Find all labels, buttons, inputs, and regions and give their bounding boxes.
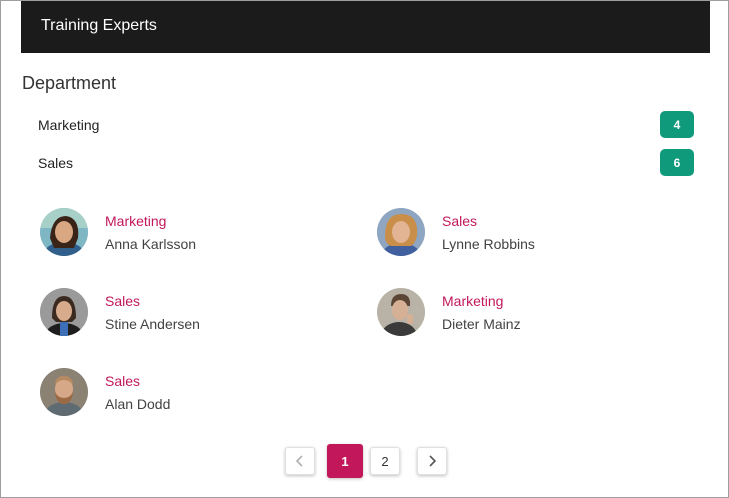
app-title: Training Experts — [41, 17, 157, 34]
expert-department: Sales — [442, 213, 478, 229]
expert-department: Sales — [105, 293, 141, 309]
expert-card[interactable]: Sales Stine Andersen — [40, 288, 340, 338]
avatar — [40, 288, 88, 336]
pager-next-button[interactable] — [417, 447, 447, 475]
expert-name: Stine Andersen — [105, 316, 200, 332]
department-item-sales[interactable]: Sales 6 — [21, 149, 694, 177]
avatar — [377, 208, 425, 256]
expert-card[interactable]: Marketing Anna Karlsson — [40, 208, 340, 258]
expert-name: Alan Dodd — [105, 396, 171, 412]
department-count-badge: 4 — [660, 111, 694, 138]
pager-page-2[interactable]: 2 — [370, 447, 400, 475]
expert-name: Anna Karlsson — [105, 236, 197, 252]
avatar — [377, 288, 425, 336]
expert-card[interactable]: Sales Alan Dodd — [40, 368, 340, 418]
app-frame: Training Experts Department Marketing 4 … — [0, 0, 729, 498]
expert-card[interactable]: Marketing Dieter Mainz — [377, 288, 677, 338]
avatar — [40, 368, 88, 416]
department-heading: Department — [22, 73, 117, 93]
expert-name: Lynne Robbins — [442, 236, 535, 252]
expert-department: Marketing — [442, 293, 504, 309]
department-count-badge: 6 — [660, 149, 694, 176]
expert-department: Sales — [105, 373, 141, 389]
department-item-marketing[interactable]: Marketing 4 — [21, 111, 694, 139]
expert-name: Dieter Mainz — [442, 316, 521, 332]
expert-card[interactable]: Sales Lynne Robbins — [377, 208, 677, 258]
pager-prev-button[interactable] — [285, 447, 315, 475]
pager-page-1[interactable]: 1 — [327, 444, 363, 478]
chevron-left-icon — [294, 455, 306, 467]
chevron-right-icon — [426, 455, 438, 467]
app-header: Training Experts — [21, 1, 710, 53]
department-label: Sales — [38, 155, 74, 171]
department-label: Marketing — [38, 117, 100, 133]
expert-department: Marketing — [105, 213, 167, 229]
avatar — [40, 208, 88, 256]
